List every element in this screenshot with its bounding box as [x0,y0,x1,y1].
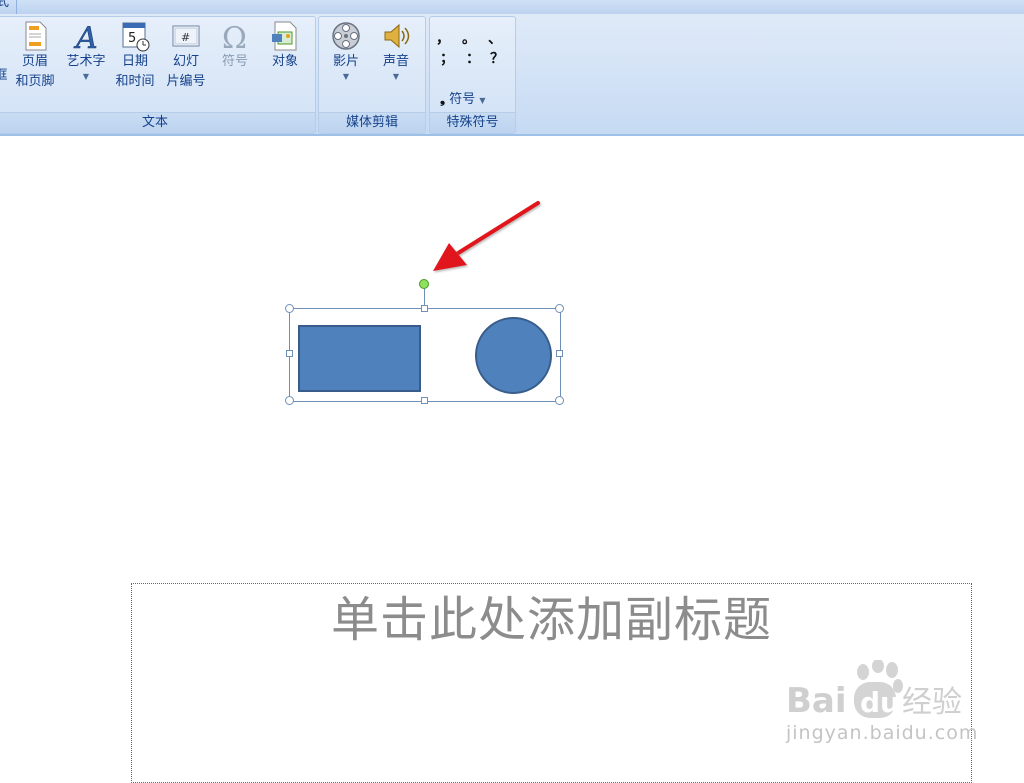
sound-dropdown-icon: ▼ [392,72,400,81]
resize-handle-right[interactable] [556,350,563,357]
slide-number-button[interactable]: # 幻灯 片编号 [160,20,212,92]
symbol-dropdown-arrow-icon: ▼ [479,96,486,105]
header-footer-icon [25,21,47,51]
wordart-icon: A [73,21,98,52]
subtitle-placeholder-text[interactable]: 单击此处添加副标题 [131,590,972,650]
annotation-arrow [433,201,540,271]
rectangle-shape[interactable] [298,325,421,392]
circle-shape[interactable] [475,317,552,394]
textbox-icon [0,34,10,66]
wordart-label: 艺术字 [66,54,106,69]
header-footer-label-2: 和页脚 [15,74,55,89]
svg-text:Ω: Ω [222,21,247,52]
object-icon [272,21,297,51]
resize-handle-top[interactable] [421,305,428,312]
ribbon: 文本 框 页眉 和页脚 A 艺术字 ▼ 5 日期 和时间 # 幻灯 片编号 Ω … [0,14,1024,136]
svg-text:5: 5 [128,31,136,46]
date-time-label-1: 日期 [121,54,148,69]
header-footer-label-1: 页眉 [21,54,48,69]
resize-handle-bottom-right[interactable] [555,396,564,405]
resize-handle-left[interactable] [286,350,293,357]
sound-button[interactable]: 声音 ▼ [372,20,420,82]
ribbon-group-media-label: 媒体剪辑 [319,112,425,133]
watermark-url: jingyan.baidu.com [786,722,979,744]
resize-handle-bottom[interactable] [421,397,428,404]
symbol-dropdown-label: 符号 [449,92,476,107]
header-footer-button[interactable]: 页眉 和页脚 [10,20,60,92]
resize-handle-top-left[interactable] [285,304,294,313]
svg-text:#: # [181,31,190,44]
symbol-label: 符号 [221,54,248,69]
movie-dropdown-icon: ▼ [342,72,350,81]
movie-label: 影片 [332,54,359,69]
calendar-icon: 5 [122,22,150,52]
omega-icon: Ω [222,21,247,52]
date-time-button[interactable]: 5 日期 和时间 [110,20,160,92]
svg-text:A: A [73,21,98,52]
symbol-comma[interactable]: ， [436,32,450,46]
symbol-period[interactable]: 。 [462,32,476,46]
ribbon-tab-format[interactable]: 式 [0,0,9,10]
slide-number-label-1: 幻灯 [172,54,199,69]
slide-number-icon: # [172,25,200,47]
wordart-button[interactable]: A 艺术字 ▼ [60,20,112,82]
textbox-label: 框 [0,68,8,83]
symbol-enum-comma[interactable]: 、 [488,32,502,46]
resize-handle-top-right[interactable] [555,304,564,313]
slide-number-label-2: 片编号 [166,74,206,89]
ribbon-tab-strip: 式 [0,0,1024,15]
svg-text:经验: 经验 [902,685,962,720]
tab-divider [16,0,17,14]
film-reel-icon [332,22,360,50]
speaker-icon [384,23,410,49]
textbox-button[interactable]: 框 [0,34,10,86]
symbol-colon[interactable]: ： [466,52,480,66]
quote-icon: ❟ [440,92,446,107]
ribbon-group-special-label: 特殊符号 [430,112,515,133]
object-label: 对象 [271,54,298,69]
symbol-question[interactable]: ？ [490,52,504,66]
symbol-dropdown-button[interactable]: ❟ 符号 ▼ [440,88,486,107]
rotation-handle[interactable] [419,279,429,289]
svg-text:du: du [860,686,900,719]
symbol-button[interactable]: Ω 符号 [212,20,258,72]
wordart-dropdown-icon: ▼ [82,72,90,81]
movie-button[interactable]: 影片 ▼ [322,20,370,82]
ribbon-group-text-label: 文本 [0,112,315,133]
date-time-label-2: 和时间 [115,74,155,89]
svg-text:Bai: Bai [786,681,847,721]
symbol-semicolon[interactable]: ； [440,52,454,66]
sound-label: 声音 [382,54,409,69]
object-button[interactable]: 对象 [260,20,310,72]
resize-handle-bottom-left[interactable] [285,396,294,405]
